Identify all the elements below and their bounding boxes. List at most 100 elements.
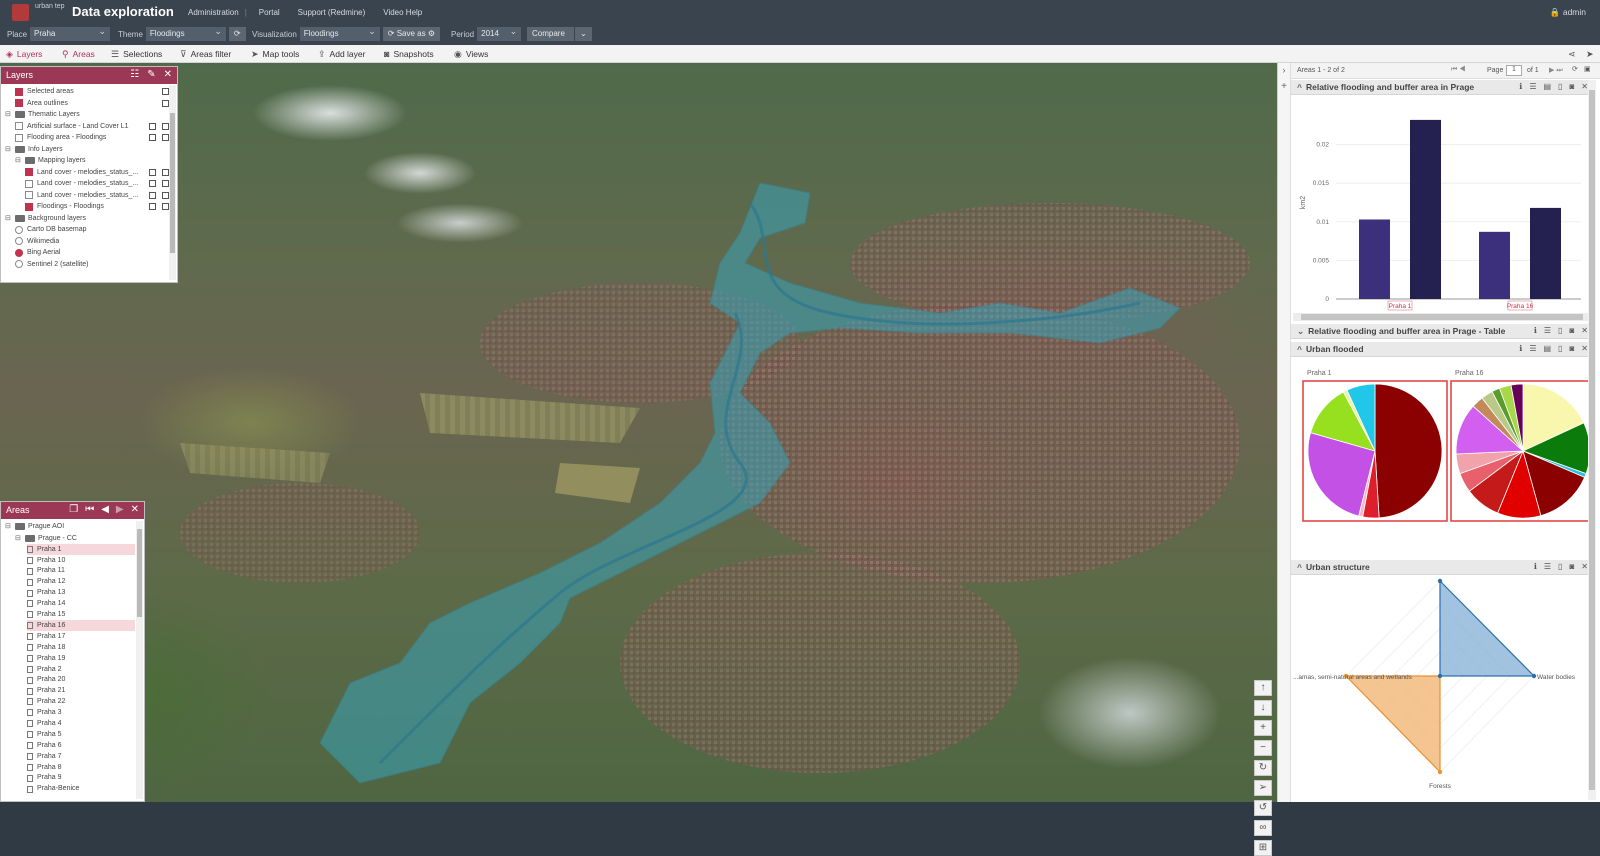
caret-up-icon[interactable]: ^	[1297, 562, 1302, 572]
area-item[interactable]: Praha 7	[27, 751, 135, 762]
file-icon[interactable]: ▯	[1558, 344, 1562, 353]
close-icon[interactable]: ✕	[164, 69, 172, 80]
chevron-down-icon[interactable]: ⌄	[575, 27, 592, 41]
area-item[interactable]: Praha 19	[27, 653, 135, 664]
layer-checkbox[interactable]	[15, 122, 23, 131]
areas-panel-header[interactable]: Areas ❐ ⏮ ◀ ▶ ✕	[1, 502, 144, 519]
copy-icon[interactable]	[149, 122, 156, 130]
area-item[interactable]: Praha 20	[27, 675, 135, 686]
arrow-down-icon[interactable]: ↓	[1254, 700, 1272, 716]
visualization-select[interactable]: Floodings	[299, 24, 380, 41]
area-item[interactable]: Praha 1	[27, 544, 135, 555]
area-item[interactable]: Praha 8	[27, 762, 135, 773]
widget-bar-header[interactable]: ^ Relative flooding and buffer area in Pr…	[1291, 80, 1594, 95]
settings-icon[interactable]: ☷	[130, 69, 139, 80]
collapse-icon[interactable]: ⊟	[5, 144, 13, 156]
save-as-button[interactable]: ⟳ Save as ⚙	[382, 27, 441, 41]
layer-item[interactable]: Land cover - melodies_status_...	[5, 178, 173, 190]
collapse-icon[interactable]: ›	[1278, 65, 1290, 75]
share-icon[interactable]: ⋖	[1568, 48, 1576, 60]
area-item[interactable]: Praha 21	[27, 686, 135, 697]
info-icon[interactable]: ℹ	[1519, 344, 1522, 353]
area-item[interactable]: Praha 11	[27, 566, 135, 577]
period-select[interactable]: 2014	[477, 24, 522, 41]
refresh-icon[interactable]: ⟳	[1572, 65, 1578, 73]
next-icon[interactable]: ▶	[116, 504, 124, 515]
legend-icon[interactable]	[162, 168, 169, 176]
layer-checkbox[interactable]	[25, 168, 33, 177]
layer-folder[interactable]: ⊟ Info Layers	[5, 144, 173, 156]
area-item[interactable]: Praha 12	[27, 577, 135, 588]
camera-icon[interactable]: ◙	[1569, 344, 1574, 353]
tab-views[interactable]: ◉ Views	[454, 48, 488, 60]
layer-checkbox[interactable]	[25, 179, 33, 188]
info-icon[interactable]: ℹ	[1534, 326, 1537, 335]
area-item[interactable]: Praha 2	[27, 664, 135, 675]
last-page-icon[interactable]: ▶ ⏭	[1549, 66, 1563, 75]
close-icon[interactable]: ✕	[1581, 82, 1588, 91]
layer-checkbox[interactable]	[25, 191, 33, 200]
widget-pie-header[interactable]: ^ Urban flooded ℹ ☰ ▤ ▯ ◙ ✕	[1291, 342, 1594, 357]
area-item[interactable]: Praha 13	[27, 588, 135, 599]
layer-item[interactable]: Land cover - melodies_status_...	[5, 167, 173, 179]
chart-h-scrollbar[interactable]	[1293, 313, 1591, 321]
area-item[interactable]: Praha 17	[27, 631, 135, 642]
layer-checkbox[interactable]	[15, 99, 23, 108]
legend-icon[interactable]	[162, 122, 169, 130]
caret-up-icon[interactable]: ^	[1297, 344, 1302, 354]
legend-icon[interactable]	[162, 134, 169, 141]
layer-item[interactable]: Land cover - melodies_status_...	[5, 190, 173, 202]
zoom-out-icon[interactable]: −	[1254, 740, 1272, 756]
layers-scrollbar[interactable]	[169, 85, 176, 280]
nav-support[interactable]: Support (Redmine)	[298, 8, 366, 17]
pin-icon[interactable]: ✎	[147, 69, 155, 80]
tree-group[interactable]: ⊟ Prague - CC	[5, 533, 140, 545]
copy-icon[interactable]	[149, 203, 156, 210]
user-menu[interactable]: 🔒 admin	[1550, 7, 1586, 18]
copy-icon[interactable]	[149, 180, 156, 187]
area-item[interactable]: Praha 16	[27, 620, 135, 632]
arrow-up-icon[interactable]: ↑	[1254, 680, 1272, 696]
caret-up-icon[interactable]: ^	[1297, 82, 1302, 92]
layer-checkbox[interactable]	[15, 87, 23, 96]
area-item[interactable]: Praha 3	[27, 707, 135, 718]
layer-folder[interactable]: ⊟ Background layers	[5, 213, 173, 225]
layer-item[interactable]: Carto DB basemap	[5, 224, 173, 236]
area-item[interactable]: Praha 6	[27, 740, 135, 751]
collapse-icon[interactable]: ⊟	[15, 155, 23, 167]
camera-icon[interactable]: ◙	[1569, 82, 1574, 91]
layer-radio[interactable]	[15, 248, 23, 257]
sliders-icon[interactable]: ☰	[1529, 82, 1536, 91]
legend-icon[interactable]	[162, 191, 169, 199]
area-item[interactable]: Praha 14	[27, 598, 135, 609]
nav-video-help[interactable]: Video Help	[383, 8, 422, 17]
sidebar-scrollbar[interactable]	[1588, 80, 1596, 800]
zoom-in-icon[interactable]: +	[1254, 720, 1272, 736]
file-icon[interactable]: ▯	[1558, 82, 1562, 91]
compare-button[interactable]: Compare	[527, 27, 574, 41]
tree-root[interactable]: ⊟ Prague AOI	[5, 521, 140, 533]
layer-item[interactable]: Artificial surface - Land Cover L1	[5, 121, 173, 133]
legend-icon[interactable]	[162, 203, 169, 210]
tab-add-layer[interactable]: ⇪ Add layer	[318, 48, 365, 60]
sliders-icon[interactable]: ☰	[1529, 344, 1536, 353]
file-icon[interactable]: ▯	[1558, 562, 1562, 571]
layer-checkbox[interactable]	[25, 202, 33, 211]
layer-item[interactable]: Selected areas	[5, 86, 173, 98]
copy-icon[interactable]	[149, 191, 156, 199]
layer-folder[interactable]: ⊟ Thematic Layers	[5, 109, 173, 121]
grid-icon[interactable]: ⊞	[1254, 840, 1272, 856]
close-icon[interactable]: ✕	[1581, 562, 1588, 571]
area-item[interactable]: Praha 4	[27, 718, 135, 729]
add-icon[interactable]: +	[1278, 81, 1290, 92]
layer-checkbox[interactable]	[15, 133, 23, 142]
close-icon[interactable]: ✕	[1581, 344, 1588, 353]
layer-item[interactable]: Area outlines	[5, 98, 173, 110]
theme-select[interactable]: Floodings	[145, 24, 226, 41]
copy-icon[interactable]	[162, 88, 169, 95]
copy-icon[interactable]	[149, 168, 156, 176]
pointer-icon[interactable]: ➤	[1586, 48, 1594, 60]
area-item[interactable]: Praha 5	[27, 729, 135, 740]
collapse-icon[interactable]: ⊟	[5, 213, 13, 225]
layers-panel-header[interactable]: Layers ☷ ✎ ✕	[1, 67, 177, 84]
